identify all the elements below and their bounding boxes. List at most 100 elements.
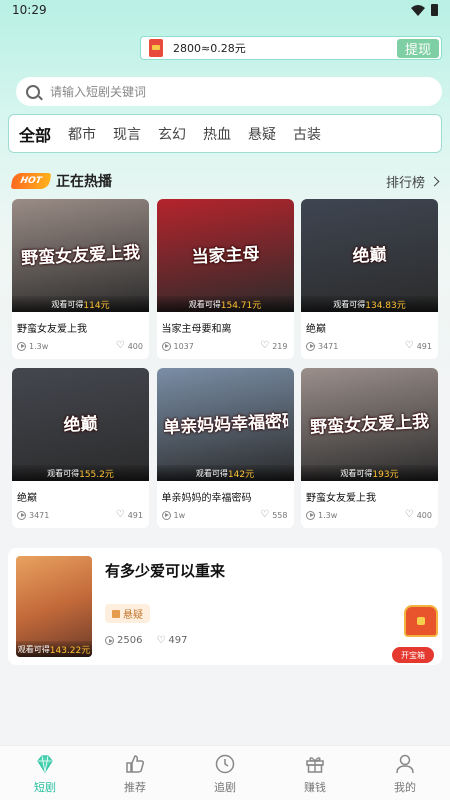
play-count-value: 1.3w bbox=[29, 341, 49, 351]
reward-strip: 观看可得 155.2元 bbox=[12, 465, 149, 481]
tab-action[interactable]: 热血 bbox=[203, 124, 231, 144]
reward-prefix: 观看可得 bbox=[340, 468, 373, 478]
open-chest-button[interactable]: 开宝箱 bbox=[392, 647, 434, 663]
reward-strip: 观看可得 134.83元 bbox=[301, 296, 438, 312]
nav-item-following[interactable]: 追剧 bbox=[180, 746, 270, 800]
drama-card[interactable]: 野蛮女友爱上我 观看可得 193元 野蛮女友爱上我 1.3w ♡ 400 bbox=[301, 368, 438, 528]
nav-label: 推荐 bbox=[124, 781, 146, 794]
play-icon bbox=[105, 636, 114, 645]
genre-icon bbox=[112, 609, 120, 618]
tab-costume[interactable]: 古装 bbox=[293, 124, 321, 144]
user-icon bbox=[396, 754, 414, 774]
nav-item-earn[interactable]: 赚钱 bbox=[270, 746, 360, 800]
tab-all[interactable]: 全部 bbox=[19, 122, 51, 146]
play-count-value: 1037 bbox=[173, 341, 194, 351]
drama-title: 野蛮女友爱上我 bbox=[17, 324, 87, 335]
heart-icon: ♡ bbox=[115, 509, 125, 520]
withdraw-button[interactable]: 提现 bbox=[397, 39, 439, 58]
reward-amount: 143.22元 bbox=[49, 645, 91, 656]
tab-fantasy[interactable]: 玄幻 bbox=[158, 124, 186, 144]
reward-strip: 观看可得 154.71元 bbox=[156, 296, 294, 312]
poster-title: 绝巅 bbox=[63, 414, 99, 436]
drama-poster[interactable]: 单亲妈妈幸福密码 观看可得 142元 bbox=[156, 368, 294, 481]
play-count-value: 1w bbox=[173, 510, 186, 520]
hot-icon: HOT bbox=[10, 173, 52, 189]
nav-item-recommend[interactable]: 推荐 bbox=[90, 746, 180, 800]
play-count: 1.3w bbox=[306, 510, 338, 520]
poster-title: 单亲妈妈幸福密码 bbox=[162, 411, 289, 439]
featured-poster[interactable]: 观看可得 143.22元 bbox=[16, 556, 92, 657]
like-count-value: 400 bbox=[127, 341, 143, 351]
wifi-icon bbox=[411, 4, 425, 16]
poster-title: 当家主母 bbox=[190, 244, 260, 268]
clock-icon bbox=[215, 754, 235, 774]
drama-title: 当家主母要和离 bbox=[161, 324, 232, 335]
play-count-value: 2506 bbox=[117, 635, 143, 646]
genre-badge: 悬疑 bbox=[105, 604, 150, 623]
chevron-right-icon bbox=[429, 176, 440, 187]
featured-stats: 2506 ♡ 497 bbox=[105, 635, 188, 646]
drama-card[interactable]: 当家主母 观看可得 154.71元 当家主母要和离 1037 ♡ 219 bbox=[156, 199, 294, 359]
search-icon bbox=[26, 84, 40, 99]
drama-title: 野蛮女友爱上我 bbox=[306, 493, 376, 504]
drama-card[interactable]: 绝巅 观看可得 155.2元 绝巅 3471 ♡ 491 bbox=[12, 368, 149, 528]
play-count-value: 1.3w bbox=[318, 510, 338, 520]
status-time: 10:29 bbox=[12, 3, 47, 17]
drama-card[interactable]: 野蛮女友爱上我 观看可得 114元 野蛮女友爱上我 1.3w ♡ 400 bbox=[12, 199, 149, 359]
reward-prefix: 观看可得 bbox=[188, 299, 221, 309]
like-count-value: 558 bbox=[272, 510, 288, 520]
nav-item-shorts[interactable]: 短剧 bbox=[0, 746, 90, 800]
featured-drama-card[interactable]: 观看可得 143.22元 有多少爱可以重来 悬疑 2506 ♡ 497 bbox=[8, 548, 442, 665]
bottom-nav: 短剧 推荐 追剧 赚钱 我的 bbox=[0, 745, 450, 800]
like-count: ♡ 558 bbox=[260, 510, 287, 520]
nav-item-profile[interactable]: 我的 bbox=[360, 746, 450, 800]
reward-prefix: 观看可得 bbox=[195, 468, 228, 478]
tab-modern-romance[interactable]: 现言 bbox=[113, 124, 141, 144]
poster-title: 野蛮女友爱上我 bbox=[20, 242, 141, 270]
drama-card[interactable]: 单亲妈妈幸福密码 观看可得 142元 单亲妈妈的幸福密码 1w ♡ 558 bbox=[156, 368, 294, 528]
search-bar[interactable] bbox=[16, 77, 442, 106]
heart-icon: ♡ bbox=[404, 340, 414, 351]
play-count-value: 3471 bbox=[29, 510, 50, 520]
play-count: 2506 bbox=[105, 635, 142, 646]
poster-title: 绝巅 bbox=[352, 245, 388, 267]
status-icons bbox=[411, 4, 438, 16]
drama-title: 单亲妈妈的幸福密码 bbox=[161, 493, 252, 504]
drama-poster[interactable]: 野蛮女友爱上我 观看可得 193元 bbox=[301, 368, 438, 481]
drama-poster[interactable]: 绝巅 观看可得 155.2元 bbox=[12, 368, 149, 481]
drama-poster[interactable]: 野蛮女友爱上我 观看可得 114元 bbox=[12, 199, 149, 312]
hot-section-header: HOT 正在热播 排行榜 bbox=[10, 170, 440, 192]
drama-stats: 1.3w ♡ 400 bbox=[301, 504, 438, 520]
treasure-chest-icon bbox=[404, 605, 438, 637]
genre-label: 悬疑 bbox=[123, 610, 143, 621]
search-input[interactable] bbox=[50, 84, 410, 99]
play-icon bbox=[306, 341, 315, 351]
reward-amount: 134.83元 bbox=[365, 300, 406, 311]
reward-prefix: 观看可得 bbox=[17, 644, 50, 654]
ranking-link[interactable]: 排行榜 bbox=[386, 172, 440, 191]
reward-amount: 154.71元 bbox=[220, 300, 262, 311]
like-count-value: 491 bbox=[127, 510, 143, 520]
thumbs-up-icon bbox=[126, 755, 145, 773]
battery-icon bbox=[431, 4, 438, 16]
reward-strip: 观看可得 193元 bbox=[301, 465, 438, 481]
drama-card[interactable]: 绝巅 观看可得 134.83元 绝巅 3471 ♡ 491 bbox=[301, 199, 438, 359]
play-icon bbox=[306, 510, 315, 520]
play-count: 1037 bbox=[161, 341, 194, 351]
heart-icon: ♡ bbox=[404, 509, 414, 520]
drama-poster[interactable]: 当家主母 观看可得 154.71元 bbox=[156, 199, 294, 312]
like-count: ♡ 219 bbox=[260, 341, 287, 351]
reward-strip: 观看可得 114元 bbox=[12, 296, 149, 312]
nav-label: 赚钱 bbox=[304, 781, 326, 794]
play-icon bbox=[17, 510, 26, 520]
tab-urban[interactable]: 都市 bbox=[68, 124, 96, 144]
play-count: 3471 bbox=[306, 341, 338, 351]
nav-label: 我的 bbox=[394, 781, 416, 794]
play-count: 1w bbox=[161, 510, 186, 520]
tab-suspense[interactable]: 悬疑 bbox=[248, 124, 276, 144]
like-count: ♡ 400 bbox=[405, 510, 432, 520]
heart-icon: ♡ bbox=[115, 340, 125, 351]
category-tabs: 全部 都市 现言 玄幻 热血 悬疑 古装 bbox=[8, 114, 442, 153]
drama-title: 绝巅 bbox=[306, 324, 326, 335]
drama-poster[interactable]: 绝巅 观看可得 134.83元 bbox=[301, 199, 438, 312]
